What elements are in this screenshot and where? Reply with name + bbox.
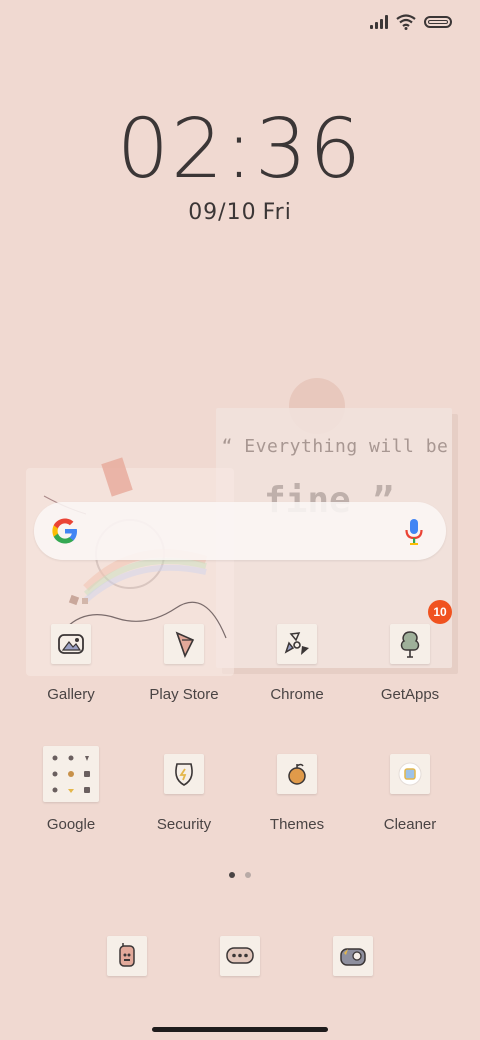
navigation-gesture-bar[interactable] — [152, 1027, 328, 1032]
cleaner-icon — [390, 754, 430, 794]
wifi-icon — [396, 14, 416, 30]
app-label: Cleaner — [383, 816, 437, 833]
app-label: Themes — [269, 816, 325, 833]
signal-icon — [370, 15, 388, 29]
date-text: 09/10 — [188, 200, 257, 225]
dock-messages[interactable] — [190, 936, 290, 976]
app-label: Play Store — [149, 686, 219, 703]
messages-icon — [220, 936, 260, 976]
app-label: Chrome — [270, 686, 324, 703]
page-dot — [245, 872, 251, 878]
gallery-icon — [51, 624, 91, 664]
dock-camera[interactable] — [303, 936, 403, 976]
app-label: GetApps — [380, 686, 440, 703]
themes-icon — [277, 754, 317, 794]
chrome-icon — [277, 624, 317, 664]
phone-icon — [107, 936, 147, 976]
notification-badge: 10 — [428, 600, 452, 624]
google-logo-icon — [52, 518, 77, 544]
camera-icon — [333, 936, 373, 976]
app-gallery[interactable]: Gallery — [21, 624, 121, 703]
clock-time[interactable]: 02:36 — [0, 102, 480, 197]
google-search-bar[interactable] — [34, 502, 446, 560]
day-text: Fri — [262, 200, 292, 225]
page-dot-active — [229, 872, 235, 878]
google-folder-icon — [43, 746, 99, 802]
mic-icon[interactable] — [404, 518, 424, 546]
app-cleaner[interactable]: Cleaner — [360, 754, 460, 833]
app-label: Gallery — [47, 686, 95, 703]
app-google-folder[interactable]: Google — [21, 746, 121, 833]
app-getapps[interactable]: GetApps — [360, 624, 460, 703]
app-security[interactable]: Security — [134, 754, 234, 833]
battery-icon — [424, 16, 452, 28]
quote-text: “ Everything will be — [221, 436, 449, 457]
app-themes[interactable]: Themes — [247, 754, 347, 833]
app-label: Security — [156, 816, 212, 833]
getapps-icon — [390, 624, 430, 664]
play-store-icon — [164, 624, 204, 664]
dock-phone[interactable] — [77, 936, 177, 976]
page-indicator[interactable] — [0, 872, 480, 878]
app-chrome[interactable]: Chrome — [247, 624, 347, 703]
security-icon — [164, 754, 204, 794]
app-play-store[interactable]: Play Store — [134, 624, 234, 703]
status-bar — [370, 10, 452, 34]
clock-date[interactable]: 09/10 Fri — [0, 200, 480, 225]
app-label: Google — [46, 816, 96, 833]
